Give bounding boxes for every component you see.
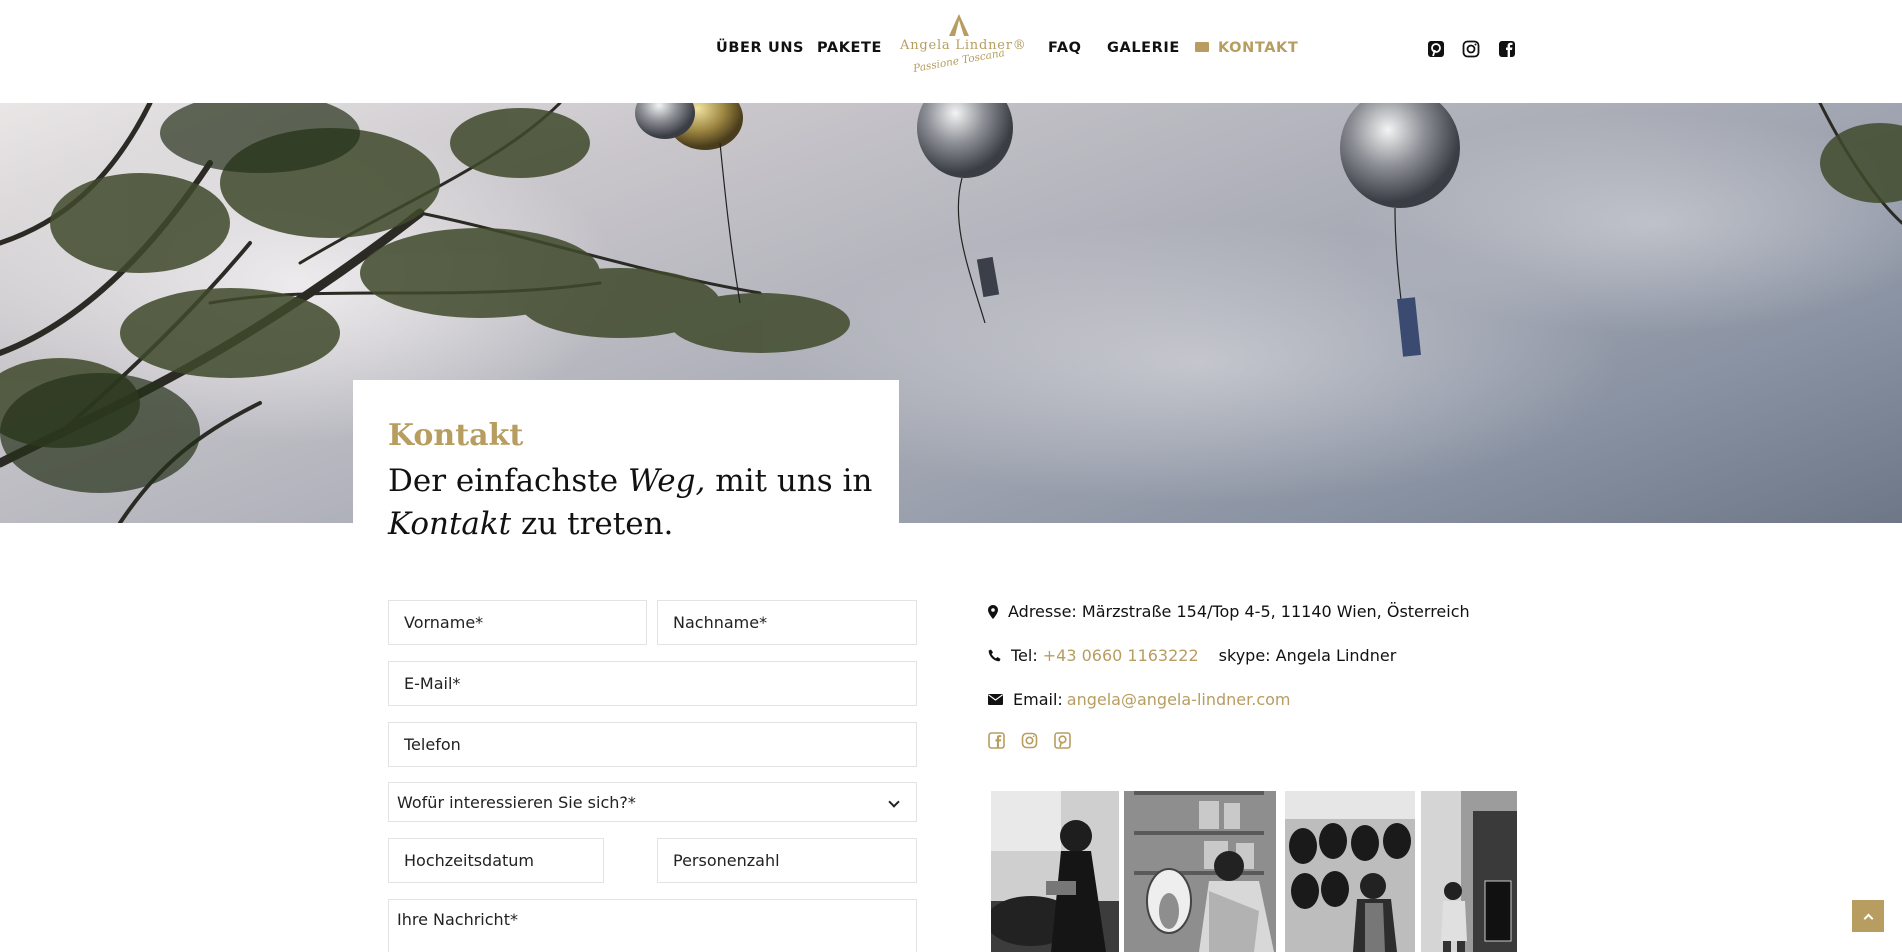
- title-text-3: zu treten.: [511, 506, 674, 542]
- email-field[interactable]: E-Mail*: [388, 661, 917, 706]
- gallery-photo[interactable]: [1285, 791, 1415, 952]
- logo[interactable]: Angela Lindner® Passione Toscana: [900, 14, 1026, 86]
- skype-text: skype: Angela Lindner: [1218, 646, 1397, 665]
- instagram-icon[interactable]: [1462, 40, 1480, 58]
- title-text-2: mit uns in: [705, 463, 873, 499]
- email-link[interactable]: angela@angela-lindner.com: [1067, 690, 1291, 709]
- phone-row: Tel: +43 0660 1163222 skype: Angela Lind…: [988, 646, 1396, 665]
- hero-photo-illustration: [0, 103, 1902, 523]
- phone-icon: [988, 649, 1001, 662]
- facebook-icon[interactable]: [1498, 40, 1516, 58]
- interest-select[interactable]: Wofür interessieren Sie sich?*: [388, 782, 917, 822]
- nav-ueber-uns[interactable]: ÜBER UNS: [716, 40, 804, 56]
- map-marker-icon: [988, 604, 998, 619]
- photo-illustration: [1124, 791, 1276, 952]
- phone-field[interactable]: Telefon: [388, 722, 917, 767]
- back-to-top-button[interactable]: [1852, 900, 1884, 932]
- logo-mark-icon: [949, 14, 969, 36]
- nav-pakete[interactable]: PAKETE: [817, 40, 882, 56]
- envelope-icon: [1195, 42, 1209, 52]
- interest-selected-value: Wofür interessieren Sie sich?*: [397, 792, 636, 812]
- page-kicker: Kontakt: [388, 418, 524, 453]
- photo-illustration: [1421, 791, 1517, 952]
- title-text-1: Der einfachste: [388, 463, 628, 499]
- message-textarea[interactable]: Ihre Nachricht*: [388, 899, 917, 952]
- email-placeholder: E-Mail*: [404, 674, 461, 693]
- site-header: ÜBER UNS PAKETE Angela Lindner® Passione…: [0, 0, 1902, 103]
- wedding-date-placeholder: Hochzeitsdatum: [404, 851, 535, 870]
- page-title: Der einfachste Weg, mit uns in Kontakt z…: [388, 460, 888, 546]
- tel-link[interactable]: +43 0660 1163222: [1043, 646, 1199, 665]
- lastname-field[interactable]: Nachname*: [657, 600, 917, 645]
- tel-label: Tel:: [1011, 646, 1038, 665]
- title-emphasis-2: Kontakt: [388, 506, 512, 542]
- hero-image: [0, 103, 1902, 523]
- address-text: Adresse: Märzstraße 154/Top 4-5, 11140 W…: [1008, 602, 1470, 621]
- wedding-date-field[interactable]: Hochzeitsdatum: [388, 838, 604, 883]
- nav-galerie[interactable]: GALERIE: [1107, 40, 1180, 56]
- nav-faq[interactable]: FAQ: [1048, 40, 1082, 56]
- title-emphasis-1: Weg,: [627, 463, 706, 499]
- chevron-down-icon: [888, 796, 900, 808]
- chevron-up-icon: [1863, 913, 1873, 923]
- nav-kontakt-label: KONTAKT: [1218, 40, 1299, 56]
- gallery-photo[interactable]: [1421, 791, 1517, 952]
- email-label: Email:: [1013, 690, 1063, 709]
- email-row: Email: angela@angela-lindner.com: [988, 690, 1290, 709]
- photo-illustration: [991, 791, 1119, 952]
- pinterest-icon[interactable]: [1427, 40, 1445, 58]
- gallery-photo[interactable]: [991, 791, 1119, 952]
- message-placeholder: Ihre Nachricht*: [397, 910, 518, 929]
- page-title-card: Kontakt Der einfachste Weg, mit uns in K…: [353, 380, 899, 552]
- guests-placeholder: Personenzahl: [673, 851, 780, 870]
- phone-placeholder: Telefon: [404, 735, 461, 754]
- nav-kontakt[interactable]: KONTAKT: [1195, 40, 1298, 56]
- photo-illustration: [1285, 791, 1415, 952]
- address-row: Adresse: Märzstraße 154/Top 4-5, 11140 W…: [988, 602, 1470, 621]
- guests-field[interactable]: Personenzahl: [657, 838, 917, 883]
- instagram-icon[interactable]: [1021, 732, 1038, 749]
- firstname-placeholder: Vorname*: [404, 613, 484, 632]
- envelope-icon: [988, 694, 1003, 705]
- pinterest-icon[interactable]: [1054, 732, 1071, 749]
- facebook-icon[interactable]: [988, 732, 1005, 749]
- firstname-field[interactable]: Vorname*: [388, 600, 647, 645]
- gallery-photo[interactable]: [1124, 791, 1276, 952]
- lastname-placeholder: Nachname*: [673, 613, 768, 632]
